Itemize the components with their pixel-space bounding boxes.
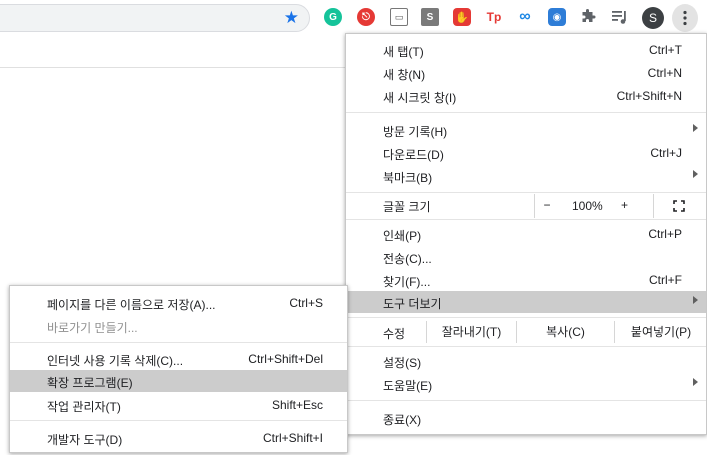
paste-button[interactable]: 붙여넣기(P) xyxy=(614,321,707,343)
menu-item-shortcut: Ctrl+F xyxy=(649,273,682,287)
s-extension-icon[interactable]: S xyxy=(421,8,439,26)
menu-item-shortcut: Shift+Esc xyxy=(271,398,323,412)
menu-item-label: 종료(X) xyxy=(383,413,422,427)
menu-divider xyxy=(346,192,706,193)
menu-item-label: 페이지를 다른 이름으로 저장(A)... xyxy=(47,298,216,312)
menu-item-find[interactable]: 찾기(F)... Ctrl+F xyxy=(346,269,706,291)
menu-item-shortcut: Ctrl+S xyxy=(289,296,323,310)
menu-item-label: 새 탭(T) xyxy=(383,45,424,59)
zoom-level: 100% xyxy=(572,199,603,213)
menu-item-label: 전송(C)... xyxy=(383,252,432,266)
menu-divider xyxy=(346,219,706,220)
menu-item-bookmarks[interactable]: 북마크(B) xyxy=(346,165,706,187)
menu-divider xyxy=(346,112,706,113)
menu-item-label: 다운로드(D) xyxy=(383,148,444,162)
infinity-extension-icon[interactable]: ∞ xyxy=(516,8,534,26)
zoom-out-button[interactable]: − xyxy=(534,194,559,218)
grammarly-icon[interactable]: G xyxy=(324,8,342,26)
menu-divider xyxy=(346,317,706,318)
hand-extension-icon[interactable]: ✋ xyxy=(453,8,471,26)
menu-item-shortcut: Ctrl+T xyxy=(649,43,682,57)
copy-button[interactable]: 복사(C) xyxy=(516,321,614,343)
menu-item-label: 방문 기록(H) xyxy=(383,125,448,139)
menu-divider xyxy=(346,400,706,401)
screen-extension-icon[interactable]: ▭ xyxy=(390,8,408,26)
menu-item-shortcut: Ctrl+J xyxy=(650,146,682,160)
puzzle-icon[interactable] xyxy=(580,9,596,25)
browser-toolbar: ★ G ⎋ ▭ S ✋ Tp ∞ ◉ S xyxy=(0,0,707,36)
submenu-item-create-shortcut: 바로가기 만들기... xyxy=(10,315,347,337)
menu-item-help[interactable]: 도움말(E) xyxy=(346,373,706,395)
menu-item-label: 인쇄(P) xyxy=(383,229,422,243)
red-extension-icon[interactable]: ⎋ xyxy=(357,8,375,26)
fullscreen-icon xyxy=(673,200,685,212)
tp-extension-icon[interactable]: Tp xyxy=(485,8,503,26)
submenu-arrow-icon xyxy=(693,296,698,304)
zoom-in-button[interactable]: + xyxy=(621,198,628,212)
menu-item-exit[interactable]: 종료(X) xyxy=(346,407,706,429)
menu-item-shortcut: Ctrl+Shift+Del xyxy=(248,352,323,366)
page-divider xyxy=(0,67,345,68)
menu-divider xyxy=(10,342,347,343)
edit-row: 수정 잘라내기(T) 복사(C) 붙여넣기(P) xyxy=(346,321,706,343)
menu-item-label: 북마크(B) xyxy=(383,171,433,185)
menu-item-shortcut: Ctrl+P xyxy=(648,227,682,241)
menu-item-label: 새 시크릿 창(I) xyxy=(383,91,457,105)
menu-item-new-tab[interactable]: 새 탭(T) Ctrl+T xyxy=(346,39,706,61)
menu-item-label: 개발자 도구(D) xyxy=(47,433,123,447)
submenu-arrow-icon xyxy=(693,124,698,132)
submenu-item-save-page[interactable]: 페이지를 다른 이름으로 저장(A)... Ctrl+S xyxy=(10,292,347,314)
profile-avatar[interactable]: S xyxy=(642,7,664,29)
media-queue-icon[interactable] xyxy=(611,9,629,25)
camera-extension-icon[interactable]: ◉ xyxy=(548,8,566,26)
menu-divider xyxy=(346,346,706,347)
submenu-arrow-icon xyxy=(693,170,698,178)
zoom-label: 글꼴 크기 xyxy=(383,200,431,214)
menu-item-label: 찾기(F)... xyxy=(383,275,431,289)
menu-divider xyxy=(10,420,347,421)
menu-item-label: 설정(S) xyxy=(383,356,422,370)
menu-item-label: 도움말(E) xyxy=(383,379,433,393)
cut-button[interactable]: 잘라내기(T) xyxy=(426,321,516,343)
menu-item-shortcut: Ctrl+N xyxy=(647,66,682,80)
menu-item-new-incognito[interactable]: 새 시크릿 창(I) Ctrl+Shift+N xyxy=(346,85,706,107)
menu-item-more-tools[interactable]: 도구 더보기 xyxy=(346,291,706,313)
menu-item-label: 새 창(N) xyxy=(383,68,426,82)
submenu-item-extensions[interactable]: 확장 프로그램(E) xyxy=(10,370,347,392)
menu-item-shortcut: Ctrl+Shift+I xyxy=(262,431,323,445)
more-tools-submenu: 페이지를 다른 이름으로 저장(A)... Ctrl+S 바로가기 만들기...… xyxy=(9,285,348,453)
menu-item-shortcut: Ctrl+Shift+N xyxy=(616,89,682,103)
fullscreen-button[interactable] xyxy=(653,194,707,218)
submenu-arrow-icon xyxy=(693,378,698,386)
menu-item-history[interactable]: 방문 기록(H) xyxy=(346,119,706,141)
three-dots-icon xyxy=(683,10,687,26)
menu-item-label: 도구 더보기 xyxy=(383,297,442,311)
menu-item-new-window[interactable]: 새 창(N) Ctrl+N xyxy=(346,62,706,84)
submenu-item-clear-data[interactable]: 인터넷 사용 기록 삭제(C)... Ctrl+Shift+Del xyxy=(10,348,347,370)
chrome-main-menu: 새 탭(T) Ctrl+T 새 창(N) Ctrl+N 새 시크릿 창(I) C… xyxy=(345,33,707,435)
edit-label: 수정 xyxy=(383,327,406,341)
submenu-item-dev-tools[interactable]: 개발자 도구(D) Ctrl+Shift+I xyxy=(10,427,347,449)
menu-item-label: 인터넷 사용 기록 삭제(C)... xyxy=(47,354,184,368)
address-bar[interactable]: ★ xyxy=(0,4,310,32)
menu-item-cast[interactable]: 전송(C)... xyxy=(346,246,706,268)
submenu-item-task-manager[interactable]: 작업 관리자(T) Shift+Esc xyxy=(10,394,347,416)
zoom-row: 글꼴 크기 − 100% + xyxy=(346,194,706,218)
menu-item-label: 작업 관리자(T) xyxy=(47,400,121,414)
menu-item-settings[interactable]: 설정(S) xyxy=(346,350,706,372)
menu-button[interactable] xyxy=(672,4,698,32)
menu-item-label: 바로가기 만들기... xyxy=(47,321,138,335)
menu-item-print[interactable]: 인쇄(P) Ctrl+P xyxy=(346,223,706,245)
bookmark-star-icon[interactable]: ★ xyxy=(284,8,299,28)
menu-item-label: 확장 프로그램(E) xyxy=(47,376,133,390)
menu-item-downloads[interactable]: 다운로드(D) Ctrl+J xyxy=(346,142,706,164)
